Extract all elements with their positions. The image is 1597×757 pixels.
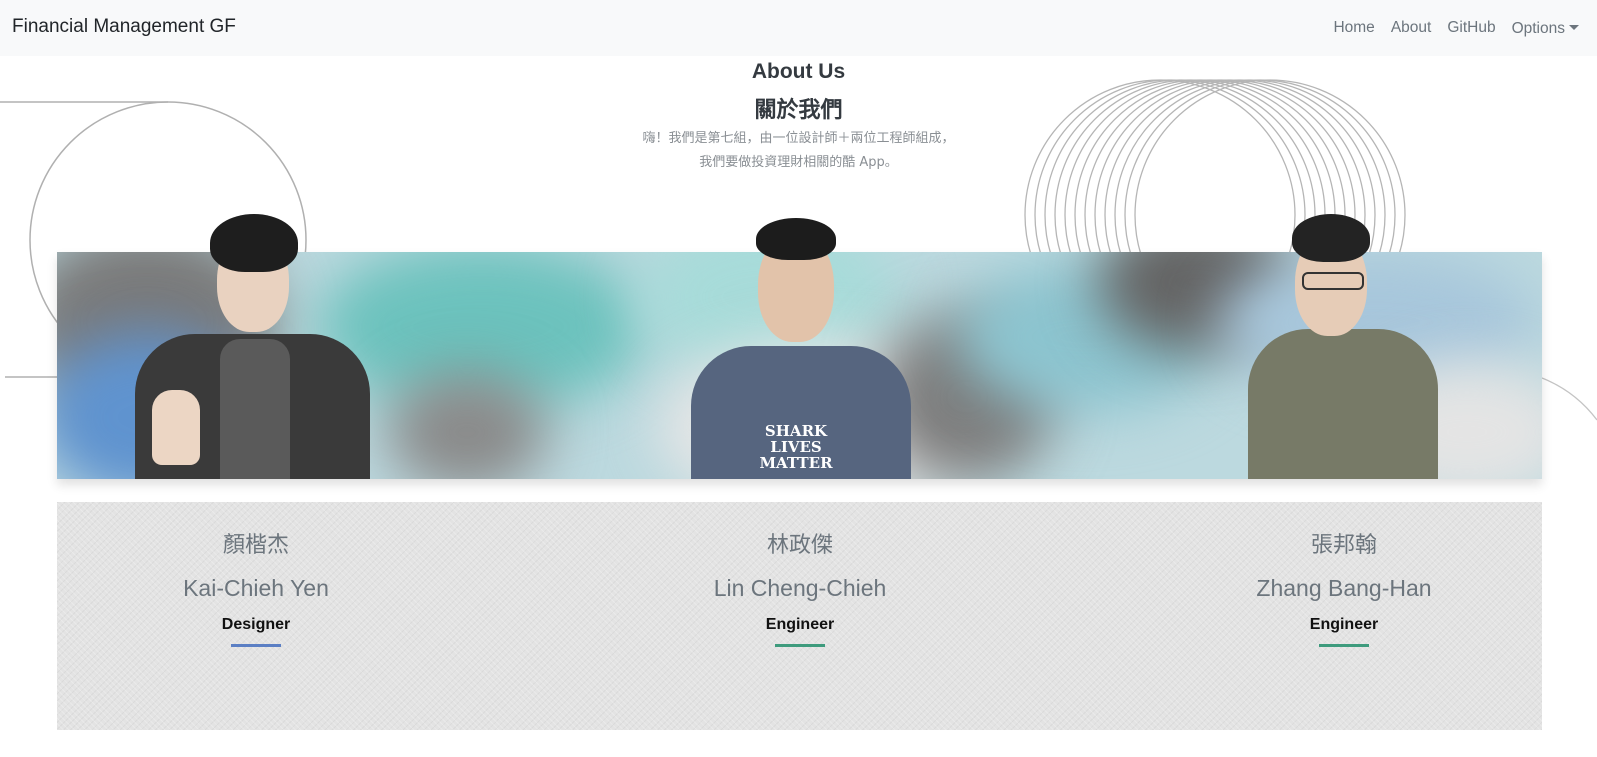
role-accent-bar [231,644,281,647]
member-name-zh: 林政傑 [766,533,833,558]
intro-line-1: 嗨！我們是第七組，由一位設計師＋兩位工程師組成， [642,131,955,146]
member-card-engineer-1: 林政傑 Lin Cheng-Chieh Engineer [650,530,950,647]
intro-line-2: 我們要做投資理財相關的酷 App。 [699,155,898,170]
member-photo-engineer-2 [1240,214,1440,479]
member-name-zh: 顏楷杰 [222,533,289,558]
member-photo-designer [130,214,380,479]
page-title: About Us [751,60,846,83]
brand-link[interactable]: Financial Management GF [12,16,236,38]
member-photo-engineer-1: SHARK LIVES MATTER [686,218,916,479]
member-card-designer: 顏楷杰 Kai-Chieh Yen Designer [106,530,406,647]
nav-github-link[interactable]: GitHub [1447,19,1495,37]
person-hand [152,390,200,465]
chevron-down-icon [1569,25,1579,30]
about-page: Financial Management GF Home About GitHu… [0,0,1597,757]
role-accent-bar [775,644,825,647]
person-hair [756,218,836,260]
role-accent-bar [1319,644,1369,647]
member-name-zh: 張邦翰 [1310,533,1377,558]
member-name-en: Lin Cheng-Chieh [713,575,887,601]
person-shirt [220,339,290,479]
member-card-engineer-2: 張邦翰 Zhang Bang-Han Engineer [1194,530,1494,647]
member-name-en: Zhang Bang-Han [1256,575,1432,601]
person-hair [210,214,298,272]
nav-links: Home About GitHub Options [1333,18,1579,38]
intro-text: 嗨！我們是第七組，由一位設計師＋兩位工程師組成， 我們要做投資理財相關的酷 Ap… [0,127,1597,175]
nav-options-label: Options [1511,20,1565,37]
glasses-icon [1302,272,1364,290]
person-hair [1292,214,1370,262]
page-title-zh: 關於我們 [754,98,843,123]
nav-options-dropdown[interactable]: Options [1512,18,1579,38]
member-role: Designer [221,616,291,633]
member-role: Engineer [1309,616,1379,633]
nav-about-link[interactable]: About [1391,19,1432,37]
shirt-print-text: SHARK LIVES MATTER [759,422,833,472]
member-role: Engineer [765,616,835,633]
person-body [1248,329,1438,479]
top-navbar: Financial Management GF Home About GitHu… [0,0,1597,56]
member-name-en: Kai-Chieh Yen [183,575,329,601]
nav-home-link[interactable]: Home [1333,19,1374,37]
